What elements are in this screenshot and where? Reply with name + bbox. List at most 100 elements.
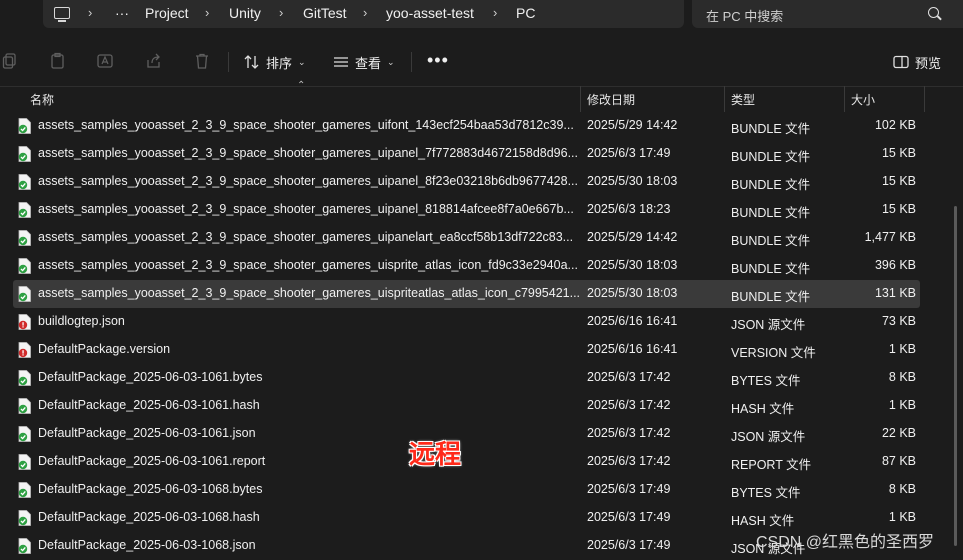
breadcrumb-yoo-asset-test[interactable]: yoo-asset-test [386,5,474,21]
search-box[interactable]: 在 PC 中搜索 [692,0,963,28]
breadcrumb-gittest[interactable]: GitTest [303,5,347,21]
green-file-icon [18,370,31,386]
file-name: DefaultPackage_2025-06-03-1061.json [38,426,256,440]
file-modified-date: 2025/6/3 17:42 [587,426,671,440]
column-divider[interactable] [924,86,925,112]
vertical-scrollbar[interactable] [954,206,957,546]
file-name: assets_samples_yooasset_2_3_9_space_shoo… [38,230,574,244]
file-type: HASH 文件 [731,402,795,416]
file-name: buildlogtep.json [38,314,125,328]
green-file-icon [18,174,31,190]
file-type: JSON 源文件 [731,318,806,332]
file-name: assets_samples_yooasset_2_3_9_space_shoo… [38,202,574,216]
paste-icon[interactable] [49,52,67,70]
file-type: BUNDLE 文件 [731,234,811,248]
breadcrumb-overflow[interactable]: ··· [115,5,129,21]
column-name[interactable]: 名称 [30,91,54,108]
file-row[interactable]: buildlogtep.json 2025/6/16 16:41 JSON 源文件 7… [13,308,920,336]
delete-icon[interactable] [193,52,211,70]
file-name: assets_samples_yooasset_2_3_9_space_shoo… [38,174,579,188]
file-modified-date: 2025/6/3 17:42 [587,370,671,384]
file-name: DefaultPackage_2025-06-03-1061.hash [38,398,260,412]
address-bar[interactable]: › ··· Project › Unity › GitTest › yoo-as… [43,0,684,28]
rename-icon[interactable] [96,52,114,70]
sort-icon [244,55,259,69]
sort-label: 排序 [266,55,293,71]
column-type[interactable]: 类型 [731,91,755,108]
column-divider[interactable] [580,86,581,112]
chevron-right-icon[interactable]: › [279,5,283,20]
file-size: 8 KB [888,482,916,496]
search-icon[interactable] [928,7,939,18]
file-row[interactable]: DefaultPackage_2025-06-03-1061.json 2025/… [13,420,920,448]
view-button[interactable]: 查看 ⌄ [333,51,395,73]
file-size: 1 KB [888,342,916,356]
view-label: 查看 [355,55,382,71]
file-name: DefaultPackage_2025-06-03-1061.bytes [38,370,263,384]
file-size: 8 KB [888,370,916,384]
green-file-icon [18,538,31,554]
sort-ascending-icon: ⌃ [297,80,306,91]
share-icon[interactable] [145,52,163,70]
file-row[interactable]: assets_samples_yooasset_2_3_9_space_shoo… [13,140,920,168]
file-row[interactable]: DefaultPackage_2025-06-03-1068.bytes 2025… [13,476,920,504]
green-file-icon [18,482,31,498]
file-row[interactable]: DefaultPackage_2025-06-03-1061.bytes 2025… [13,364,920,392]
file-row[interactable]: DefaultPackage_2025-06-03-1061.report 202… [13,448,920,476]
red-file-icon [18,342,31,358]
file-type: BUNDLE 文件 [731,150,811,164]
file-row[interactable]: assets_samples_yooasset_2_3_9_space_shoo… [13,224,920,252]
green-file-icon [18,202,31,218]
preview-button[interactable]: 预览 [893,51,941,73]
toolbar-divider [228,52,229,72]
chevron-right-icon[interactable]: › [205,5,209,20]
green-file-icon [18,230,31,246]
file-type: REPORT 文件 [731,458,812,472]
green-file-icon [18,258,31,274]
breadcrumb-project[interactable]: Project [145,5,189,21]
file-name: DefaultPackage.version [38,342,171,356]
file-row[interactable]: assets_samples_yooasset_2_3_9_space_shoo… [13,280,920,308]
file-row[interactable]: assets_samples_yooasset_2_3_9_space_shoo… [13,168,920,196]
file-row[interactable]: assets_samples_yooasset_2_3_9_space_shoo… [13,196,920,224]
column-header: ⌃ 名称 修改日期 类型 大小 [0,80,963,112]
column-divider[interactable] [844,86,845,112]
toolbar-divider [411,52,412,72]
file-type: HASH 文件 [731,514,795,528]
chevron-right-icon[interactable]: › [88,5,92,20]
file-size: 15 KB [881,146,916,160]
file-modified-date: 2025/6/16 16:41 [587,314,678,328]
file-name: DefaultPackage_2025-06-03-1068.json [38,538,256,552]
file-row[interactable]: DefaultPackage_2025-06-03-1061.hash 2025/… [13,392,920,420]
file-size: 15 KB [881,202,916,216]
more-options-icon[interactable]: ••• [427,51,449,69]
sort-button[interactable]: 排序 ⌄ [244,51,306,73]
file-type: BYTES 文件 [731,374,801,388]
file-modified-date: 2025/6/16 16:41 [587,342,678,356]
chevron-right-icon[interactable]: › [363,5,367,20]
view-icon [334,57,348,67]
file-row[interactable]: assets_samples_yooasset_2_3_9_space_shoo… [13,252,920,280]
preview-pane-icon [893,55,909,69]
command-bar: 排序 ⌄ 查看 ⌄ ••• 预览 [0,38,963,87]
column-modified[interactable]: 修改日期 [587,91,635,108]
breadcrumb-pc[interactable]: PC [516,5,535,21]
computer-icon[interactable] [54,7,70,22]
file-type: BUNDLE 文件 [731,122,811,136]
breadcrumb-unity[interactable]: Unity [229,5,261,21]
file-row[interactable]: DefaultPackage.version 2025/6/16 16:41 VER… [13,336,920,364]
file-modified-date: 2025/6/3 17:42 [587,454,671,468]
green-file-icon [18,286,31,302]
file-name: assets_samples_yooasset_2_3_9_space_shoo… [38,286,581,300]
green-file-icon [18,454,31,470]
column-size[interactable]: 大小 [851,91,875,108]
column-divider[interactable] [724,86,725,112]
search-placeholder[interactable]: 在 PC 中搜索 [706,6,783,25]
chevron-right-icon[interactable]: › [493,5,497,20]
file-type: BUNDLE 文件 [731,206,811,220]
file-type: BUNDLE 文件 [731,290,811,304]
file-type: BUNDLE 文件 [731,262,811,276]
file-modified-date: 2025/5/29 14:42 [587,230,678,244]
file-row[interactable]: assets_samples_yooasset_2_3_9_space_shoo… [13,112,920,140]
copy-icon[interactable] [2,52,20,70]
